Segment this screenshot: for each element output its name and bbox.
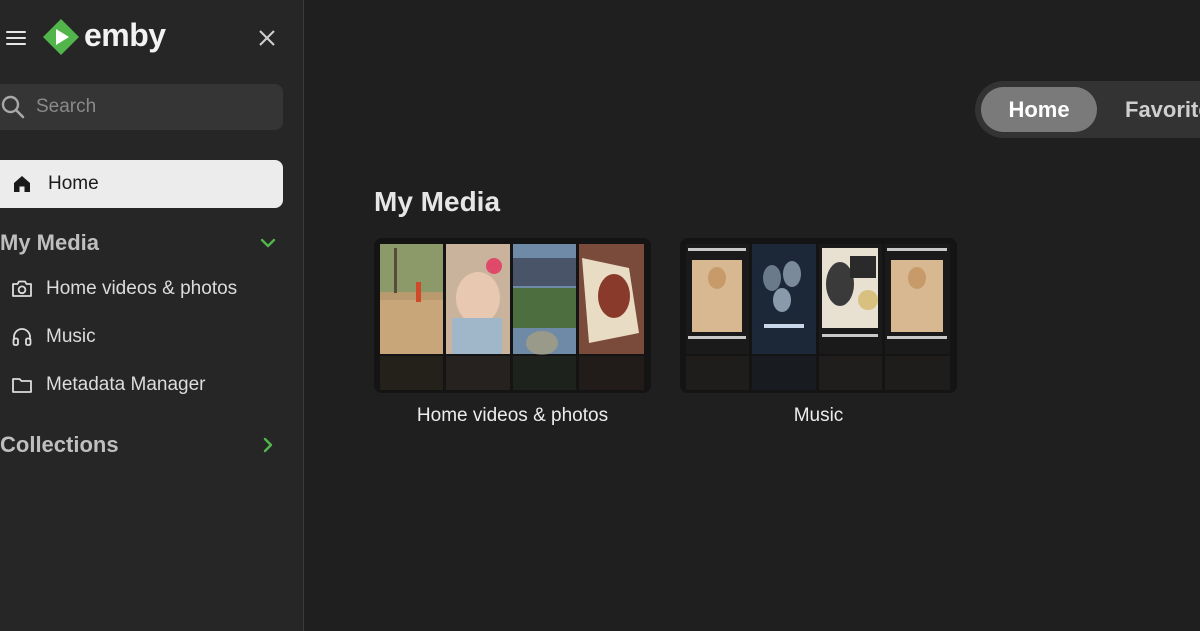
library-name: Music: [793, 405, 844, 426]
library-card-home-videos[interactable]: Home videos & photos: [374, 238, 651, 427]
search-box[interactable]: [0, 84, 283, 130]
music-collage-image: [680, 244, 957, 393]
sidebar-item-metadata-manager[interactable]: Metadata Manager: [0, 365, 285, 405]
folder-icon: [12, 378, 32, 393]
sidebar-section-my-media[interactable]: My Media: [0, 230, 285, 256]
sidebar-item-label: Music: [46, 326, 96, 347]
emby-logo[interactable]: emby: [42, 17, 166, 56]
sidebar-item-home-videos[interactable]: Home videos & photos: [0, 269, 285, 309]
close-icon[interactable]: [256, 27, 278, 49]
camera-icon: [12, 280, 32, 297]
library-name: Home videos & photos: [416, 405, 609, 426]
logo-text: emby: [84, 17, 166, 53]
library-thumbnail: [680, 238, 957, 393]
app-window: emby Home My Media: [0, 0, 1200, 631]
headphones-icon: [12, 328, 32, 346]
section-title: Collections: [0, 432, 119, 457]
view-tabs: Home Favorites: [975, 81, 1200, 138]
search-icon: [1, 95, 25, 119]
tab-favorites[interactable]: Favorites: [1125, 97, 1200, 123]
tab-home[interactable]: Home: [981, 87, 1097, 132]
library-thumbnail: [374, 238, 651, 393]
sidebar-item-label: Home: [48, 173, 99, 194]
sidebar-item-label: Home videos & photos: [46, 278, 238, 299]
sidebar-item-music[interactable]: Music: [0, 317, 285, 357]
sidebar-item-home[interactable]: Home: [0, 160, 283, 208]
search-input[interactable]: [34, 95, 258, 119]
library-card-music[interactable]: Music: [680, 238, 957, 427]
section-title-my-media: My Media: [374, 186, 501, 217]
sidebar-section-collections[interactable]: Collections: [0, 432, 285, 458]
emby-logo-icon: [43, 19, 79, 55]
home-icon: [14, 176, 30, 192]
sidebar-item-label: Metadata Manager: [46, 374, 206, 395]
chevron-right-icon: [263, 437, 273, 453]
chevron-down-icon: [260, 238, 276, 248]
home-videos-collage-image: [374, 244, 651, 393]
sidebar: emby Home My Media: [0, 0, 304, 631]
hamburger-menu-icon[interactable]: [6, 28, 26, 46]
section-title: My Media: [0, 230, 100, 255]
